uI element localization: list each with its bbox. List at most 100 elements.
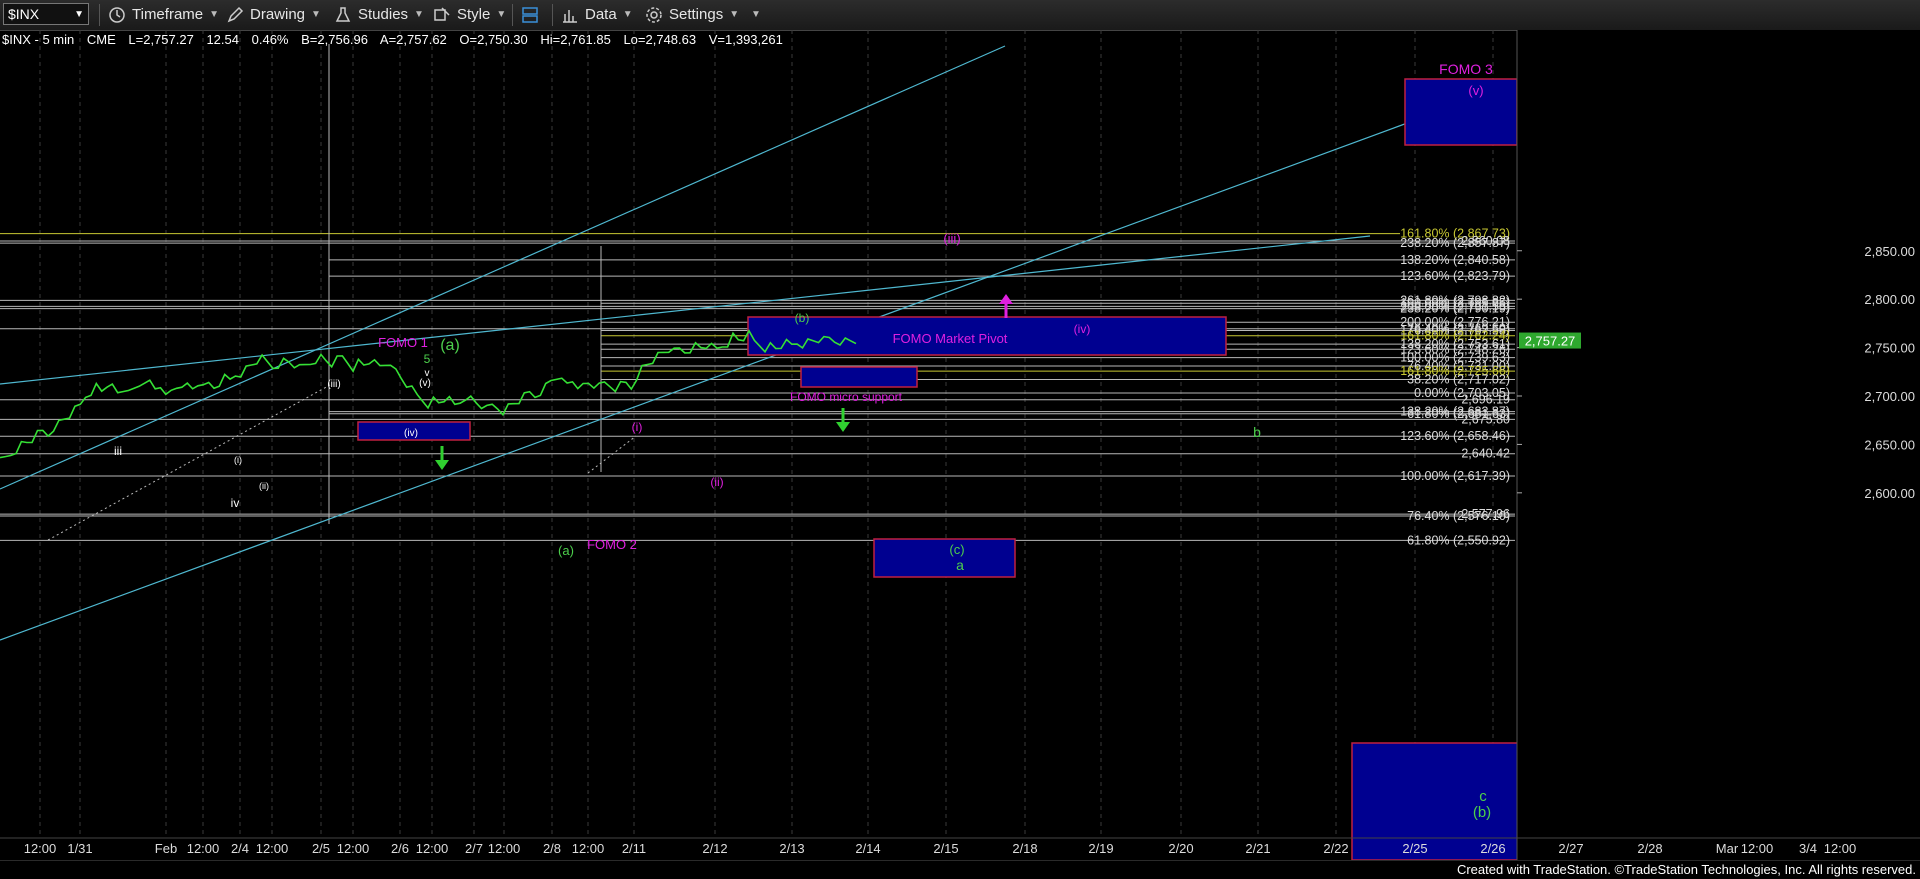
y-axis-panel bbox=[1517, 30, 1920, 860]
x-tick-label: 12:00 bbox=[488, 841, 521, 856]
clock-icon bbox=[109, 6, 125, 23]
wave-label: (c) bbox=[949, 542, 964, 557]
wave-label: (b) bbox=[1473, 804, 1491, 821]
fib-level-label: 2,675.80 bbox=[1461, 412, 1510, 426]
x-tick-label: 2/7 bbox=[465, 841, 483, 856]
trend-channel-line bbox=[0, 45, 1006, 490]
quote-bid: B=2,756.96 bbox=[301, 32, 368, 47]
wave-label: (a) bbox=[558, 543, 574, 558]
wave-label: FOMO 2 bbox=[587, 537, 637, 552]
studies-label: Studies bbox=[358, 6, 409, 23]
quote-line: $INX - 5 min CME L=2,757.27 12.54 0.46% … bbox=[2, 32, 792, 47]
wave-label: (iii) bbox=[327, 379, 340, 390]
y-tick-label: 2,850.00 bbox=[1864, 244, 1915, 259]
settings-button[interactable]: Settings ▼ bbox=[645, 3, 739, 26]
wave-label: iii bbox=[114, 444, 122, 458]
y-tick-label: 2,650.00 bbox=[1864, 437, 1915, 452]
quote-exchange: CME bbox=[86, 32, 116, 47]
layout-button[interactable] bbox=[521, 3, 545, 26]
y-tick-label: 2,600.00 bbox=[1864, 486, 1915, 501]
style-button[interactable]: Style ▼ bbox=[433, 3, 506, 26]
x-tick-label: 2/6 bbox=[391, 841, 409, 856]
x-tick-label: 1/31 bbox=[67, 841, 92, 856]
toolbar-divider bbox=[552, 4, 553, 26]
x-tick-label: 2/15 bbox=[933, 841, 958, 856]
target-box bbox=[873, 538, 1016, 578]
footer: Created with TradeStation. ©TradeStation… bbox=[0, 860, 1920, 879]
chart-area[interactable]: 161.80% (2,867.73) 2,860.08 238.20% (2,857… bbox=[0, 30, 1920, 861]
x-tick-label: 2/19 bbox=[1088, 841, 1113, 856]
wave-label: b bbox=[1253, 424, 1261, 440]
axes-layer: 2,600.00 2,650.00 2,700.00 2,750.00 2,800.00… bbox=[0, 30, 1920, 860]
x-tick-label: 2/8 bbox=[543, 841, 561, 856]
studies-button[interactable]: Studies ▼ bbox=[334, 3, 424, 26]
up-arrow-head bbox=[999, 294, 1013, 304]
quote-high: Hi=2,761.85 bbox=[540, 32, 611, 47]
toolbar-divider bbox=[99, 4, 100, 26]
settings-label: Settings bbox=[669, 6, 724, 23]
chevron-down-icon: ▼ bbox=[209, 9, 220, 20]
chevron-down-icon: ▼ bbox=[496, 9, 507, 20]
wave-label: (i) bbox=[632, 420, 643, 434]
x-tick-label: 2/25 bbox=[1402, 841, 1427, 856]
chevron-down-icon: ▼ bbox=[729, 9, 740, 20]
drawing-button[interactable]: Drawing ▼ bbox=[226, 3, 321, 26]
wave-label: 5 bbox=[424, 352, 431, 366]
wave-label: FOMO 1 bbox=[378, 335, 428, 350]
down-arrow-head bbox=[435, 460, 449, 470]
chevron-down-icon: ▼ bbox=[751, 9, 761, 20]
x-tick-label: 12:00 bbox=[256, 841, 289, 856]
chevron-down-icon[interactable]: ▼ bbox=[74, 9, 84, 20]
fib-level-label: 123.60% (2,658.46) bbox=[1400, 429, 1510, 443]
wave-label: (i) bbox=[234, 455, 242, 465]
fib-level-label: 123.60% (2,823.79) bbox=[1400, 269, 1510, 283]
trend-channel-line bbox=[0, 235, 1371, 385]
x-tick-label: Feb bbox=[155, 841, 177, 856]
wave-label: (ii) bbox=[259, 481, 269, 491]
x-tick-label: 2/4 bbox=[231, 841, 249, 856]
x-tick-label: 2/5 bbox=[312, 841, 330, 856]
fib-level-label: 238.20% (2,790.19) bbox=[1400, 302, 1510, 316]
gear-icon bbox=[646, 6, 662, 23]
fib-level-label: 138.20% (2,840.58) bbox=[1400, 253, 1510, 267]
x-tick-label: 2/26 bbox=[1480, 841, 1505, 856]
x-tick-label: 2/21 bbox=[1245, 841, 1270, 856]
symbol-input[interactable]: $INX ▼ bbox=[3, 3, 89, 25]
x-tick-label: 12:00 bbox=[24, 841, 57, 856]
y-tick-label: 2,700.00 bbox=[1864, 389, 1915, 404]
wave-label: (v) bbox=[419, 378, 431, 389]
x-tick-label: 2/27 bbox=[1558, 841, 1583, 856]
pencil-icon bbox=[227, 6, 244, 22]
x-tick-label: 12:00 bbox=[572, 841, 605, 856]
toolbar-more-button[interactable]: ▼ bbox=[745, 3, 761, 26]
fib-level-label: 61.80% (2,550.92) bbox=[1407, 533, 1510, 547]
toolbar: $INX ▼ Timeframe ▼ Drawing ▼ Studies ▼ Styl… bbox=[0, 0, 1920, 31]
chevron-down-icon: ▼ bbox=[311, 9, 321, 20]
fib-lines-layer: 161.80% (2,867.73)2,860.08238.20% (2,857… bbox=[0, 44, 1515, 547]
fib-level-label: 238.20% (2,857.87) bbox=[1400, 236, 1510, 250]
fib-level-label: 76.40% (2,576.10) bbox=[1407, 509, 1510, 523]
quote-change: 12.54 bbox=[206, 32, 239, 47]
x-tick-label: 12:00 bbox=[1741, 841, 1774, 856]
x-tick-label: 2/14 bbox=[855, 841, 880, 856]
wave-connector-line bbox=[47, 384, 331, 541]
x-tick-label: 12:00 bbox=[337, 841, 370, 856]
wave-label: c bbox=[1479, 788, 1487, 805]
flask-icon bbox=[335, 6, 351, 22]
wave-label: (v) bbox=[1468, 83, 1483, 98]
x-tick-label: 3/4 bbox=[1799, 841, 1817, 856]
toolbar-divider bbox=[512, 4, 513, 26]
bar-chart-icon bbox=[563, 9, 577, 23]
timeframe-button[interactable]: Timeframe ▼ bbox=[108, 3, 219, 26]
data-button[interactable]: Data ▼ bbox=[561, 3, 633, 26]
quote-volume: V=1,393,261 bbox=[708, 32, 783, 47]
quote-pct: 0.46% bbox=[251, 32, 289, 47]
x-tick-label: 2/11 bbox=[622, 841, 646, 856]
fib-level-label: 38.20% (2,717.02) bbox=[1407, 373, 1510, 387]
x-tick-label: 2/20 bbox=[1168, 841, 1193, 856]
y-tick-label: 2,750.00 bbox=[1864, 341, 1915, 356]
chevron-down-icon: ▼ bbox=[622, 9, 633, 20]
price-chart[interactable]: 161.80% (2,867.73)2,860.08238.20% (2,857… bbox=[0, 30, 1920, 861]
timeframe-label: Timeframe bbox=[132, 6, 204, 23]
wave-connector-line bbox=[587, 435, 637, 474]
